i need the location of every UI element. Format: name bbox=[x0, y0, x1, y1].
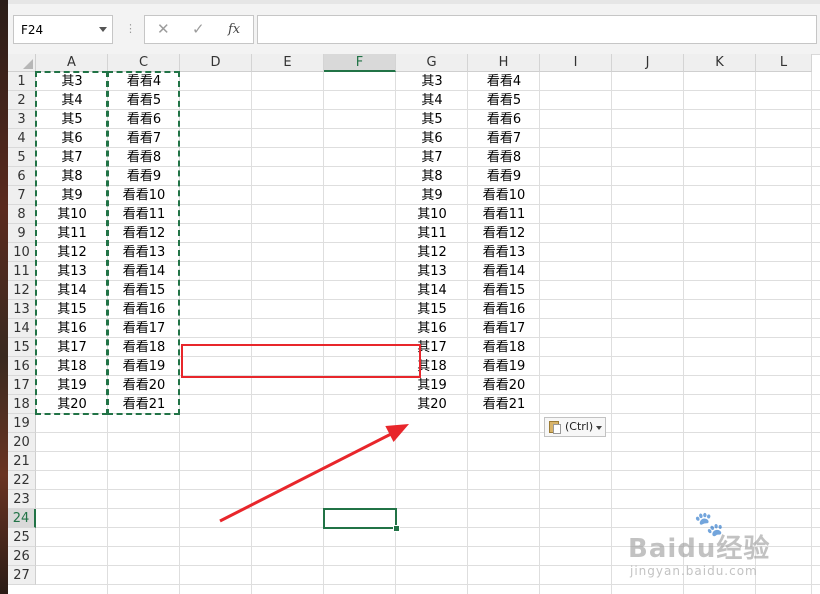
baidu-watermark: 🐾 Baidu经验 jingyan.baidu.com bbox=[628, 510, 814, 586]
annotation-arrow bbox=[219, 424, 409, 523]
watermark-brand: Baidu经验 bbox=[628, 534, 771, 564]
annotation-highlight-box bbox=[181, 344, 421, 378]
watermark-url: jingyan.baidu.com bbox=[630, 564, 758, 578]
